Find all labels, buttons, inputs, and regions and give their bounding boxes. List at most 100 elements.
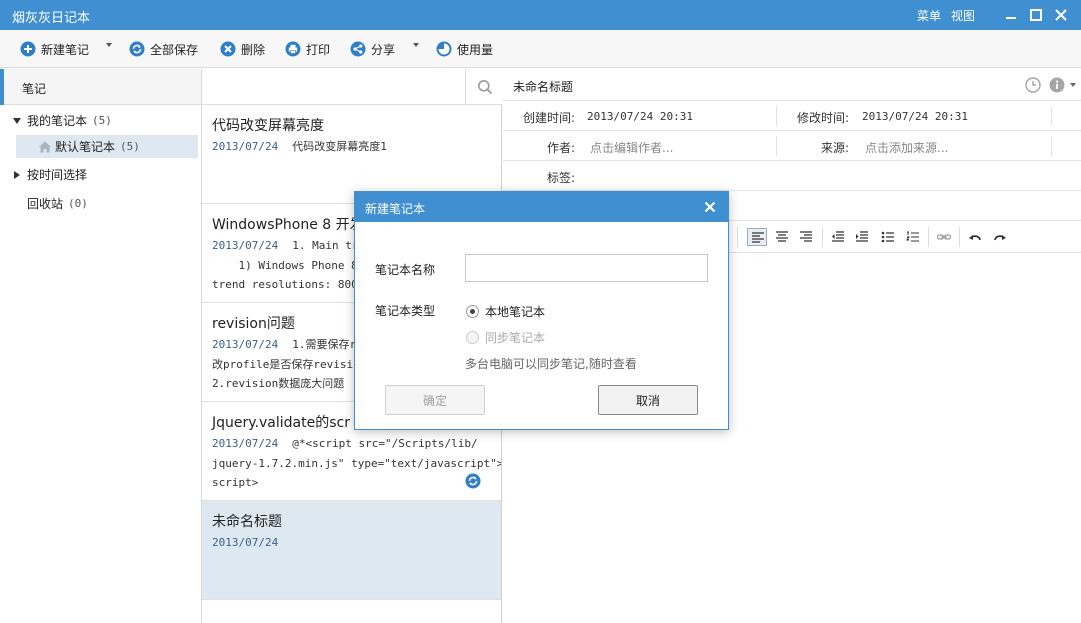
align-left-icon[interactable] <box>747 228 767 246</box>
note-title: revision问题 <box>212 316 295 332</box>
note-date: 2013/07/24 <box>212 140 279 153</box>
note-preview-line: script> <box>212 476 259 489</box>
print-icon <box>285 41 301 57</box>
view-button[interactable]: 视图 <box>951 7 975 24</box>
home-icon <box>38 140 52 154</box>
align-right-icon[interactable] <box>798 229 814 245</box>
recycle-bin-count: (0) <box>68 197 88 210</box>
redo-icon[interactable] <box>992 229 1008 245</box>
plus-circle-icon <box>20 41 36 57</box>
radio-sync-label: 同步笔记本 <box>485 330 546 345</box>
share-label: 分享 <box>371 42 396 57</box>
tree-item-default-notebook[interactable]: 默认笔记本 (5) <box>16 135 198 158</box>
format-divider <box>928 227 929 247</box>
note-preview: 2013/07/24 代码改变屏幕亮度1 <box>212 137 497 157</box>
undo-icon[interactable] <box>967 229 983 245</box>
note-title: 代码改变屏幕亮度 <box>212 118 324 134</box>
link-icon[interactable] <box>936 229 952 245</box>
tree-item-recycle-bin[interactable]: 回收站 (0) <box>0 192 201 215</box>
radio-local-indicator[interactable] <box>466 304 479 318</box>
dialog-header: 新建笔记本 <box>355 192 728 222</box>
collapse-arrow-icon[interactable] <box>14 170 20 179</box>
print-button[interactable]: 打印 <box>285 40 330 58</box>
search-button[interactable] <box>467 69 502 104</box>
dialog-hint: 多台电脑可以同步笔记,随时查看 <box>465 357 637 371</box>
app-title: 烟灰灰日记本 <box>12 11 91 26</box>
format-divider <box>737 227 738 247</box>
note-preview-line: jquery-1.7.2.min.js" type="text/javascri… <box>212 456 501 470</box>
note-preview-line: 代码改变屏幕亮度1 <box>292 140 387 153</box>
note-item[interactable]: 代码改变屏幕亮度 2013/07/24 代码改变屏幕亮度1 <box>202 105 501 204</box>
new-note-dropdown-icon[interactable] <box>106 43 112 47</box>
note-preview: 2013/07/24 <box>212 533 497 553</box>
info-dropdown-icon[interactable] <box>1070 83 1076 87</box>
sidebar-accent <box>0 69 4 105</box>
title-bar: 烟灰灰日记本 菜单 视图 <box>0 0 1081 30</box>
meta-divider <box>776 136 777 156</box>
created-value: 2013/07/24 20:31 <box>587 110 693 123</box>
by-time-label: 按时间选择 <box>27 168 88 182</box>
meta-row-time: 创建时间: 2013/07/24 20:31 修改时间: 2013/07/24 … <box>503 101 1081 131</box>
numbered-list-icon[interactable] <box>905 229 921 245</box>
source-field[interactable]: 点击添加来源... <box>865 139 948 156</box>
format-divider <box>959 227 960 247</box>
toolbar: 新建笔记 全部保存 删除 打印 分享 使用量 <box>0 30 1081 68</box>
align-center-icon[interactable] <box>774 229 790 245</box>
source-label: 来源: <box>821 141 850 155</box>
note-title: WindowsPhone 8 开发 <box>212 217 364 233</box>
share-dropdown-icon[interactable] <box>413 43 419 47</box>
author-label: 作者: <box>547 141 576 155</box>
meta-row-author: 作者: 点击编辑作者... 来源: 点击添加来源... <box>503 131 1081 161</box>
note-title-input[interactable]: 未命名标题 <box>513 78 573 95</box>
modified-value: 2013/07/24 20:31 <box>862 110 968 123</box>
note-date: 2013/07/24 <box>212 338 279 351</box>
usage-button[interactable]: 使用量 <box>436 40 493 58</box>
note-date: 2013/07/24 <box>212 239 279 252</box>
notebook-name-input[interactable] <box>465 254 708 282</box>
bullet-list-icon[interactable] <box>880 229 896 245</box>
note-title: Jquery.validate的scr <box>212 415 350 431</box>
tree-item-by-time[interactable]: 按时间选择 <box>0 163 201 186</box>
radio-local-notebook[interactable]: 本地笔记本 <box>466 303 545 319</box>
radio-sync-notebook[interactable]: 同步笔记本 <box>466 329 545 345</box>
delete-label: 删除 <box>241 42 266 57</box>
minimize-icon[interactable] <box>1002 6 1020 24</box>
usage-label: 使用量 <box>457 42 494 57</box>
close-icon[interactable] <box>702 199 718 215</box>
cancel-button[interactable]: 取消 <box>598 385 698 415</box>
editor-title-bar: 未命名标题 <box>503 69 1081 101</box>
my-notebooks-label: 我的笔记本 <box>27 114 88 128</box>
close-window-icon[interactable] <box>1052 6 1070 24</box>
note-item-selected[interactable]: 未命名标题 2013/07/24 <box>202 501 501 600</box>
expand-arrow-icon[interactable] <box>13 117 21 124</box>
search-icon <box>477 79 492 94</box>
author-field[interactable]: 点击编辑作者... <box>590 139 673 156</box>
pie-chart-icon <box>436 41 452 57</box>
share-button[interactable]: 分享 <box>350 40 395 58</box>
info-icon[interactable] <box>1049 77 1065 93</box>
sync-status-icon[interactable] <box>465 473 481 489</box>
note-preview: 2013/07/24 @*<script src="/Scripts/lib/ j… <box>212 434 501 493</box>
menu-button[interactable]: 菜单 <box>917 7 941 24</box>
created-label: 创建时间: <box>523 111 576 125</box>
new-note-button[interactable]: 新建笔记 <box>20 40 89 58</box>
save-all-button[interactable]: 全部保存 <box>129 40 198 58</box>
note-preview-line: 1.需要保存r <box>292 338 357 351</box>
radio-sync-indicator[interactable] <box>466 330 479 344</box>
note-date: 2013/07/24 <box>212 437 279 450</box>
meta-divider <box>1051 106 1052 126</box>
search-box <box>202 69 502 105</box>
outdent-icon[interactable] <box>830 229 846 245</box>
tree-item-my-notebooks[interactable]: 我的笔记本 (5) <box>0 109 201 132</box>
ok-button[interactable]: 确定 <box>385 385 485 415</box>
note-date: 2013/07/24 <box>212 536 279 549</box>
print-label: 打印 <box>306 42 331 57</box>
maximize-icon[interactable] <box>1027 6 1045 24</box>
clock-icon[interactable] <box>1025 77 1041 93</box>
notebook-type-label: 笔记本类型 <box>375 304 436 318</box>
search-input[interactable] <box>202 69 466 104</box>
notebook-name-label: 笔记本名称 <box>375 263 436 277</box>
delete-button[interactable]: 删除 <box>220 40 265 58</box>
meta-row-tags: 标签: <box>503 161 1081 191</box>
indent-icon[interactable] <box>854 229 870 245</box>
